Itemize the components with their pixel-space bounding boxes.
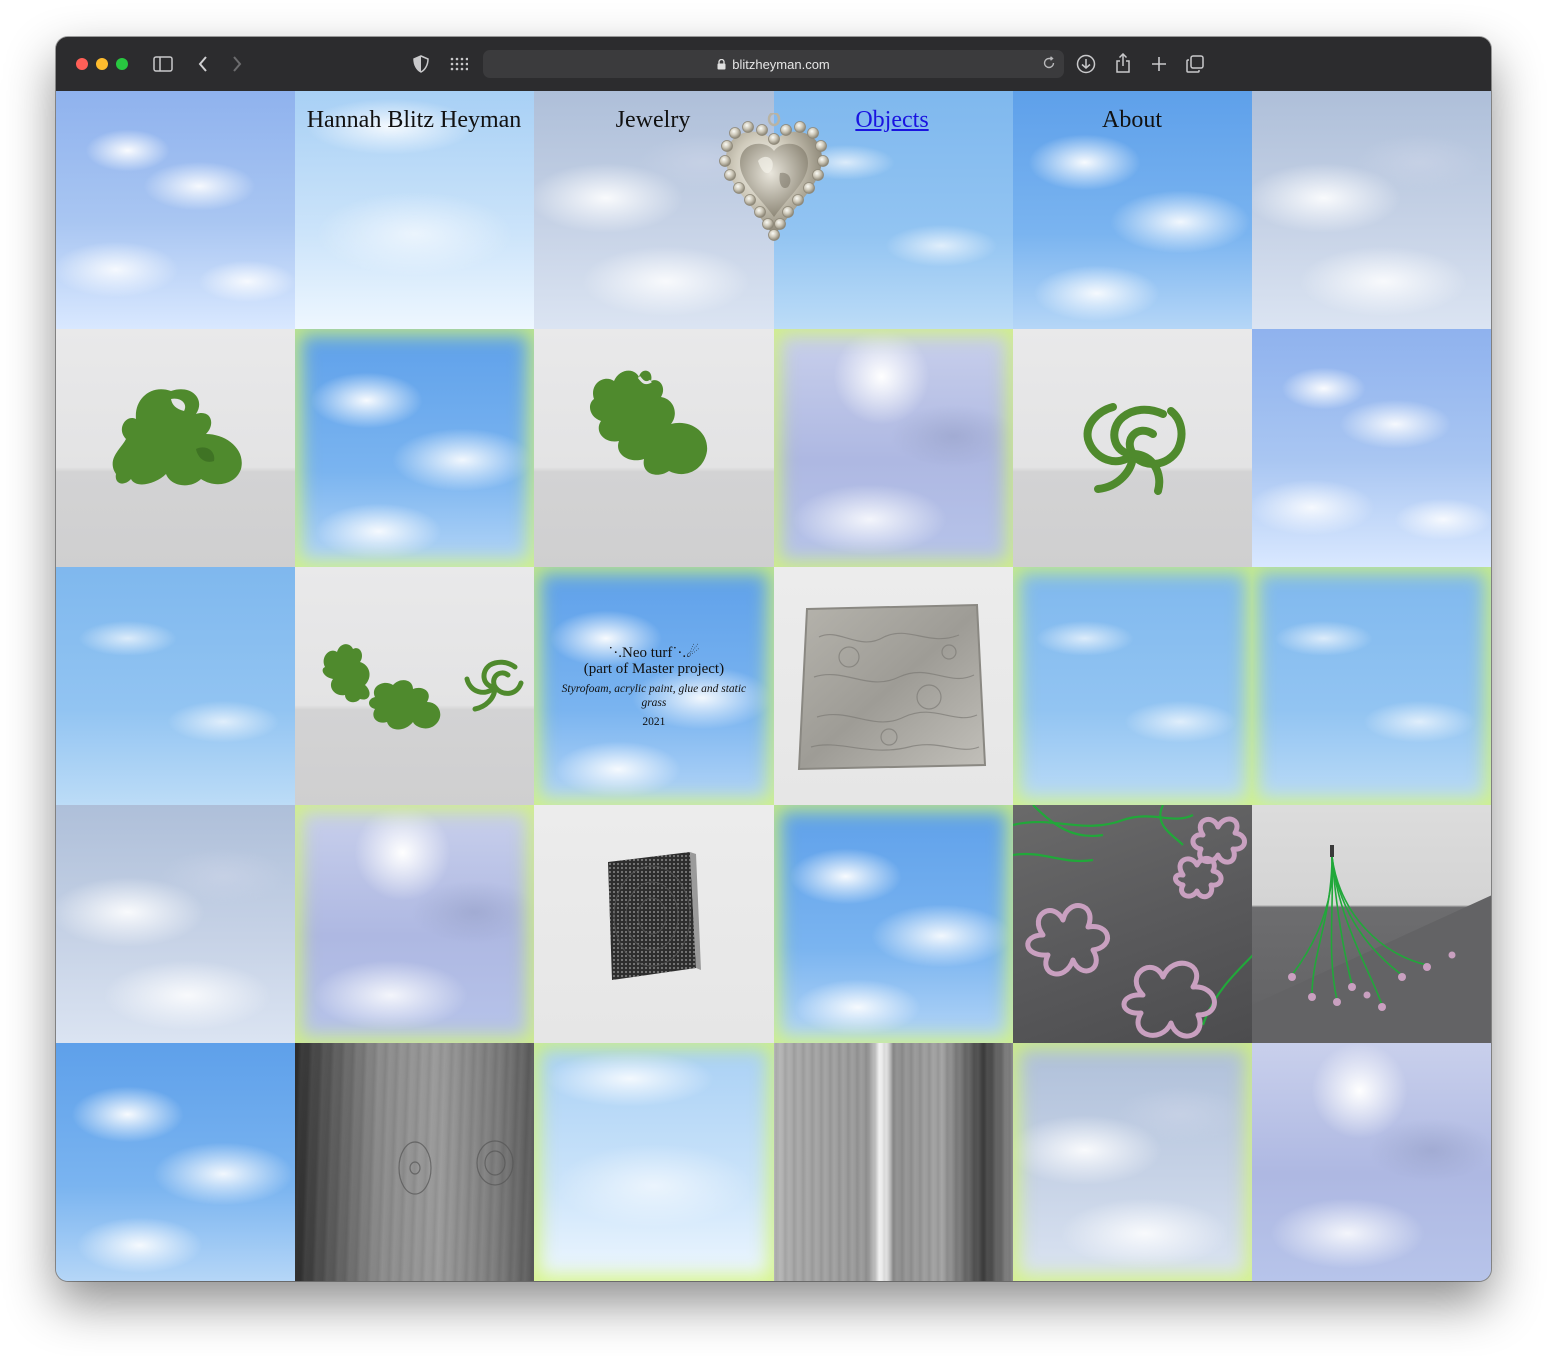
- object-wood-panel-2[interactable]: [773, 1043, 1013, 1281]
- turf-sculpture-shape: [590, 370, 708, 475]
- sky-tile: [56, 805, 296, 1043]
- objects-grid: ˙·.Neo turf˙·.☄ (part of Master project)…: [56, 91, 1491, 1281]
- object-hanging-flowers[interactable]: [1251, 805, 1491, 1043]
- new-tab-icon[interactable]: [1148, 53, 1170, 75]
- sky-tile: [295, 329, 535, 567]
- sky-tile: [56, 567, 296, 805]
- nav-link-jewelry[interactable]: Jewelry: [616, 107, 691, 134]
- sky-tile: [1012, 567, 1252, 805]
- caption-year: 2021: [642, 715, 666, 728]
- flower-cords-shape: [1012, 805, 1252, 1039]
- turf-spiral-shape: [1083, 403, 1186, 495]
- wood-knot-shape: [398, 1140, 514, 1195]
- sky-tile: [773, 329, 1013, 567]
- object-flower-cords[interactable]: [1012, 805, 1252, 1043]
- featured-object-caption-tile[interactable]: ˙·.Neo turf˙·.☄ (part of Master project)…: [534, 567, 774, 805]
- browser-window: blitzheyman.com ˙·.Neo turf˙·.☄ (part of…: [56, 37, 1491, 1281]
- turf-group-shape: [322, 644, 524, 730]
- share-icon[interactable]: [1112, 52, 1134, 74]
- sky-tile: [1251, 1043, 1491, 1281]
- object-dotted-panel[interactable]: [534, 805, 774, 1043]
- sky-tile: [1251, 567, 1491, 805]
- object-turf-sculpture-2[interactable]: [534, 329, 774, 567]
- textured-slab-shape: [797, 603, 986, 771]
- turf-sculpture-shape: [112, 389, 242, 486]
- nav-link-about[interactable]: About: [1102, 107, 1162, 134]
- back-icon[interactable]: [194, 54, 212, 74]
- reload-icon[interactable]: [1042, 56, 1056, 73]
- object-textured-slab[interactable]: [773, 567, 1013, 805]
- caption-materials: Styrofoam, acrylic paint, glue and stati…: [561, 682, 747, 709]
- site-name-link[interactable]: Hannah Blitz Heyman: [307, 107, 522, 134]
- shield-icon[interactable]: [411, 54, 431, 74]
- forward-icon[interactable]: [228, 54, 246, 74]
- close-window-button[interactable]: [76, 58, 88, 70]
- sky-tile: [56, 1043, 296, 1281]
- object-caption: ˙·.Neo turf˙·.☄ (part of Master project)…: [534, 567, 773, 805]
- zoom-window-button[interactable]: [116, 58, 128, 70]
- object-turf-spiral[interactable]: [1012, 329, 1252, 567]
- heart-logo[interactable]: [718, 113, 830, 243]
- sky-tile: [773, 805, 1013, 1043]
- url-text: blitzheyman.com: [732, 56, 830, 72]
- nav-link-objects[interactable]: Objects: [855, 107, 928, 134]
- object-turf-group[interactable]: [295, 567, 535, 805]
- minimize-window-button[interactable]: [96, 58, 108, 70]
- dotted-panel-shape: [608, 852, 702, 980]
- grid-icon[interactable]: [449, 54, 469, 74]
- sky-tile: [1251, 329, 1491, 567]
- page-viewport: ˙·.Neo turf˙·.☄ (part of Master project)…: [56, 91, 1491, 1281]
- object-wood-panel-1[interactable]: [295, 1043, 535, 1281]
- browser-toolbar: blitzheyman.com: [56, 37, 1491, 92]
- sky-tile: [534, 1043, 774, 1281]
- address-bar[interactable]: blitzheyman.com: [483, 50, 1064, 78]
- sky-tile: [1012, 1043, 1252, 1281]
- download-icon[interactable]: [1075, 53, 1097, 75]
- object-turf-sculpture-1[interactable]: [56, 329, 296, 567]
- caption-title: ˙·.Neo turf˙·.☄: [608, 644, 700, 661]
- tabs-icon[interactable]: [1184, 53, 1206, 75]
- sidebar-icon[interactable]: [152, 54, 174, 74]
- sky-tile: [295, 805, 535, 1043]
- caption-subtitle: (part of Master project): [583, 660, 725, 677]
- hanging-flowers-shape: [1251, 845, 1491, 1043]
- lock-icon: [717, 58, 726, 70]
